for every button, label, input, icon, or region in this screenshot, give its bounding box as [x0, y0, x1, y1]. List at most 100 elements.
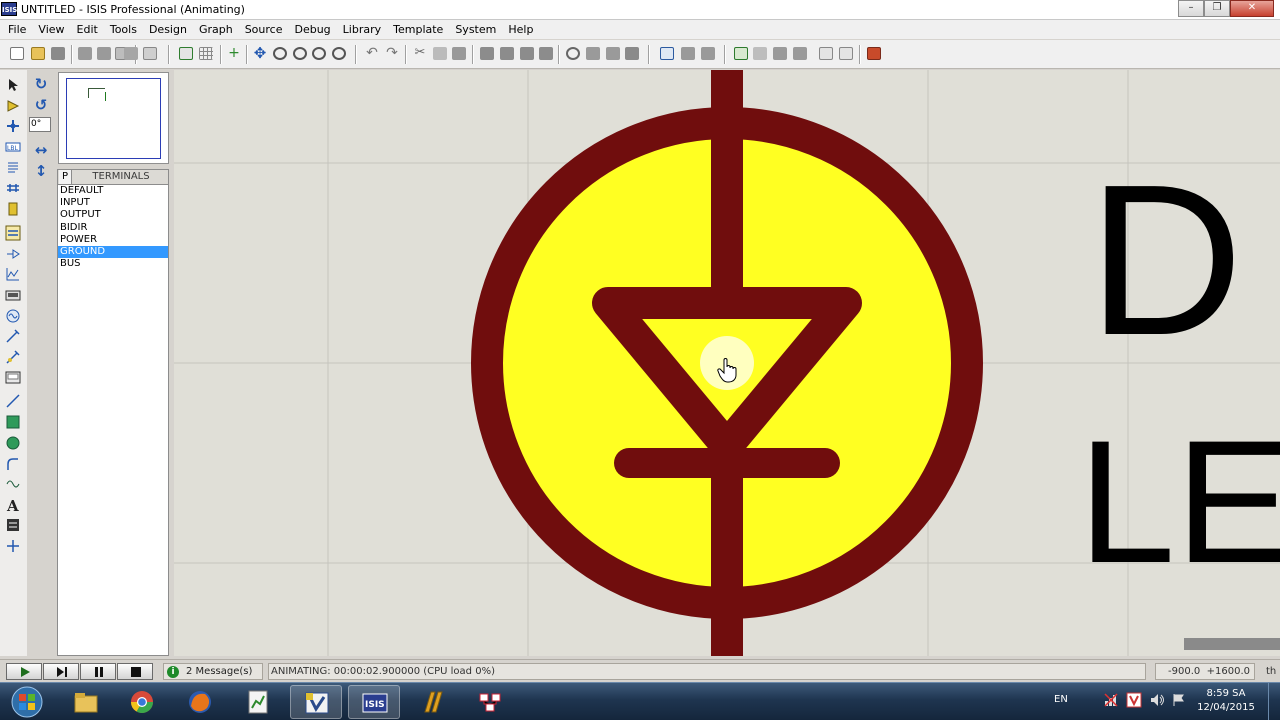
text-script-icon[interactable]: [5, 159, 21, 175]
menu-system[interactable]: System: [449, 20, 502, 39]
rotate-clockwise-icon[interactable]: ↻: [32, 75, 50, 93]
export-icon[interactable]: [96, 46, 112, 62]
paste-icon[interactable]: [451, 46, 467, 62]
erc-icon[interactable]: [838, 46, 854, 62]
arc-icon[interactable]: [5, 456, 21, 472]
redo-icon[interactable]: ↷: [384, 46, 400, 62]
zoom-in-icon[interactable]: [272, 46, 288, 62]
menu-tools[interactable]: Tools: [104, 20, 143, 39]
search-tag-icon[interactable]: [680, 46, 696, 62]
print-icon[interactable]: [123, 46, 139, 62]
line-icon[interactable]: [5, 393, 21, 409]
menu-view[interactable]: View: [32, 20, 70, 39]
graph-mode-icon[interactable]: [5, 266, 21, 282]
save-file-icon[interactable]: [50, 46, 66, 62]
symbol-mode-icon[interactable]: [5, 517, 21, 533]
ares-icon[interactable]: [866, 46, 882, 62]
block-delete-icon[interactable]: [538, 46, 554, 62]
block-rotate-icon[interactable]: [519, 46, 535, 62]
list-item-bus[interactable]: BUS: [58, 258, 168, 270]
schematic-canvas[interactable]: D LE: [174, 70, 1280, 656]
wire-label-icon[interactable]: LBL: [5, 139, 21, 155]
open-file-icon[interactable]: [30, 46, 46, 62]
marker-icon[interactable]: [5, 538, 21, 554]
stop-button[interactable]: [117, 663, 153, 680]
tape-recorder-icon[interactable]: [5, 287, 21, 303]
list-item-input[interactable]: INPUT: [58, 197, 168, 209]
list-item-ground[interactable]: GROUND: [58, 245, 168, 259]
virtual-instrument-icon[interactable]: [5, 370, 21, 386]
language-indicator[interactable]: EN: [1054, 694, 1068, 705]
play-button[interactable]: [6, 663, 42, 680]
origin-icon[interactable]: +: [226, 46, 242, 62]
goto-sheet-icon[interactable]: [772, 46, 788, 62]
block-copy-icon[interactable]: [479, 46, 495, 62]
menu-edit[interactable]: Edit: [71, 20, 104, 39]
flag-icon[interactable]: [1172, 693, 1186, 710]
horizontal-scroll-thumb[interactable]: [1184, 638, 1280, 650]
box-icon[interactable]: [5, 414, 21, 430]
list-item-bidir[interactable]: BIDIR: [58, 222, 168, 234]
cut-icon[interactable]: ✂: [412, 46, 428, 62]
taskbar-chrome[interactable]: [116, 685, 168, 719]
step-button[interactable]: [43, 663, 79, 680]
taskbar-firefox[interactable]: [174, 685, 226, 719]
taskbar-isis[interactable]: ISIS: [348, 685, 400, 719]
taskbar-app-vb[interactable]: [290, 685, 342, 719]
menu-help[interactable]: Help: [502, 20, 539, 39]
network-icon[interactable]: [1104, 693, 1118, 710]
maximize-button[interactable]: ❐: [1204, 0, 1230, 17]
menu-library[interactable]: Library: [337, 20, 387, 39]
voltage-probe-icon[interactable]: [5, 328, 21, 344]
remove-sheet-icon[interactable]: [752, 46, 768, 62]
make-device-icon[interactable]: [585, 46, 601, 62]
generator-icon[interactable]: [5, 308, 21, 324]
selection-mode-icon[interactable]: [5, 77, 21, 93]
message-indicator[interactable]: i 2 Message(s): [163, 663, 263, 680]
mirror-vertical-icon[interactable]: ↕: [32, 162, 50, 180]
menu-template[interactable]: Template: [387, 20, 449, 39]
bom-icon[interactable]: [818, 46, 834, 62]
grid-icon[interactable]: [198, 46, 214, 62]
decompose-icon[interactable]: [605, 46, 621, 62]
taskbar-app-paint[interactable]: [464, 685, 516, 719]
closed-path-icon[interactable]: [5, 476, 21, 492]
print-area-icon[interactable]: [142, 46, 158, 62]
wire-autorouter-icon[interactable]: [659, 46, 675, 62]
menu-debug[interactable]: Debug: [288, 20, 336, 39]
pick-device-icon[interactable]: [565, 46, 581, 62]
antivirus-icon[interactable]: [1126, 692, 1142, 711]
rotate-anticlockwise-icon[interactable]: ↺: [32, 96, 50, 114]
device-pin-icon[interactable]: [5, 246, 21, 262]
netlist-icon[interactable]: [792, 46, 808, 62]
pan-icon[interactable]: ✥: [252, 46, 268, 62]
list-item-output[interactable]: OUTPUT: [58, 209, 168, 221]
volume-icon[interactable]: [1150, 693, 1166, 710]
start-button[interactable]: [4, 684, 50, 720]
copy-icon[interactable]: [432, 46, 448, 62]
component-mode-icon[interactable]: [5, 98, 21, 114]
pause-button[interactable]: [80, 663, 116, 680]
system-clock[interactable]: 8:59 SA 12/04/2015: [1192, 687, 1260, 715]
bus-icon[interactable]: [5, 180, 21, 196]
list-item-default[interactable]: DEFAULT: [58, 185, 168, 197]
menu-graph[interactable]: Graph: [193, 20, 239, 39]
taskbar-explorer[interactable]: [60, 685, 112, 719]
zoom-out-icon[interactable]: [292, 46, 308, 62]
subcircuit-icon[interactable]: [5, 201, 21, 217]
packaging-tool-icon[interactable]: [624, 46, 640, 62]
close-button[interactable]: ✕: [1230, 0, 1274, 17]
circle-icon[interactable]: [5, 435, 21, 451]
import-icon[interactable]: [77, 46, 93, 62]
current-probe-icon[interactable]: [5, 349, 21, 365]
terminals-mode-icon[interactable]: [5, 225, 21, 241]
rotation-angle-field[interactable]: 0°: [29, 117, 51, 132]
minimize-button[interactable]: –: [1178, 0, 1204, 17]
pick-devices-button[interactable]: P: [59, 170, 72, 184]
zoom-area-icon[interactable]: [331, 46, 347, 62]
taskbar-app-proteus[interactable]: [406, 685, 458, 719]
block-move-icon[interactable]: [499, 46, 515, 62]
isis-app-icon[interactable]: ISIS: [1, 2, 17, 16]
refresh-icon[interactable]: [178, 46, 194, 62]
menu-source[interactable]: Source: [239, 20, 289, 39]
